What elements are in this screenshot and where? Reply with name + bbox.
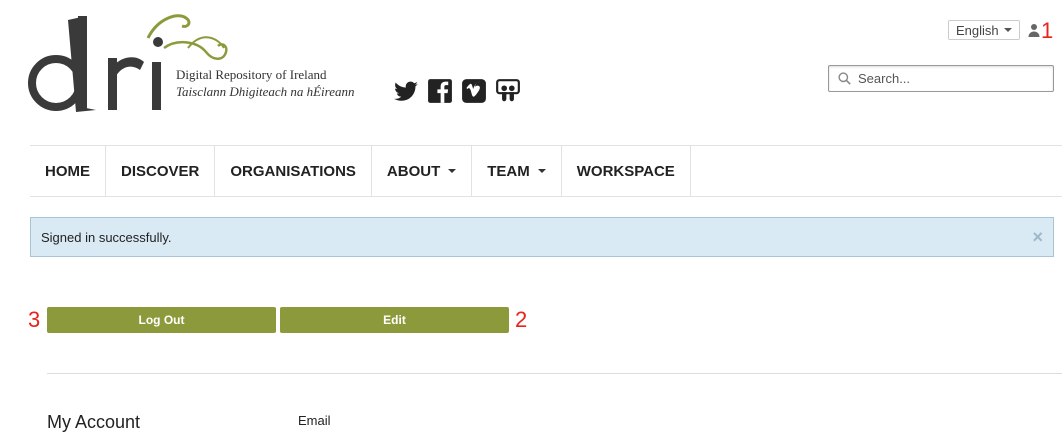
language-select[interactable]: English: [948, 20, 1020, 40]
email-label: Email: [298, 413, 331, 428]
log-out-button[interactable]: Log Out: [47, 307, 276, 333]
nav-item-label: DISCOVER: [121, 162, 200, 180]
nav-item-label: WORKSPACE: [576, 162, 675, 180]
language-select-value: English: [956, 22, 999, 38]
nav-item-organisations[interactable]: ORGANISATIONS: [215, 146, 372, 196]
facebook-icon[interactable]: [427, 78, 453, 104]
nav-item-about[interactable]: ABOUT: [372, 146, 473, 196]
twitter-icon[interactable]: [393, 78, 419, 104]
nav-item-home[interactable]: HOME: [30, 146, 106, 196]
chevron-down-icon: [448, 169, 457, 173]
nav-item-team[interactable]: TEAM: [472, 146, 562, 196]
nav-item-discover[interactable]: DISCOVER: [106, 146, 216, 196]
nav-item-label: HOME: [45, 162, 90, 180]
nav-item-label: TEAM: [487, 162, 530, 180]
vimeo-icon[interactable]: [461, 78, 487, 104]
social-links: [393, 78, 521, 104]
nav-item-label: ORGANISATIONS: [230, 162, 356, 180]
flash-alert: Signed in successfully. ×: [30, 217, 1054, 257]
annotation-marker-1: 1: [1041, 18, 1054, 43]
alert-message: Signed in successfully.: [41, 229, 172, 245]
chevron-down-icon: [1003, 28, 1012, 32]
nav-item-label: ABOUT: [386, 162, 441, 180]
user-icon[interactable]: [1027, 23, 1041, 37]
main-nav: HOME DISCOVER ORGANISATIONS ABOUT TEAM W…: [30, 145, 1062, 197]
search-input[interactable]: [856, 70, 1040, 87]
dri-logo-mark: [28, 14, 228, 112]
account-heading: My Account: [47, 412, 141, 432]
dri-logo[interactable]: [28, 8, 348, 120]
close-icon[interactable]: ×: [1032, 227, 1043, 248]
slideshare-icon[interactable]: [495, 78, 521, 104]
divider: [47, 373, 1062, 374]
chevron-down-icon: [537, 169, 546, 173]
search-icon: [838, 72, 851, 85]
logo-tagline-english: Digital Repository of Ireland: [176, 67, 327, 82]
logo-tagline-irish: Taisclann Dhigiteach na hÉireann: [176, 84, 355, 99]
nav-item-workspace[interactable]: WORKSPACE: [562, 146, 691, 196]
annotation-marker-2: 2: [515, 307, 528, 332]
search-box[interactable]: [828, 65, 1054, 92]
annotation-marker-3: 3: [28, 307, 41, 332]
edit-button[interactable]: Edit: [280, 307, 509, 333]
